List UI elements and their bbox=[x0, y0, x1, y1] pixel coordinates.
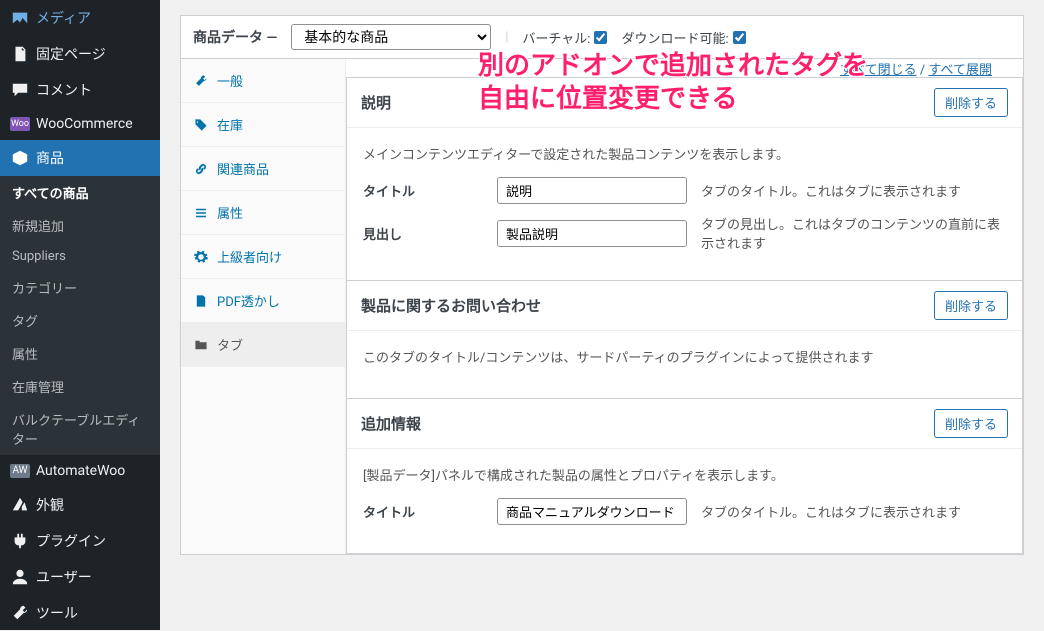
remove-button[interactable]: 削除する bbox=[934, 291, 1008, 320]
sidebar-label: 外観 bbox=[36, 495, 64, 515]
media-icon bbox=[10, 8, 30, 28]
panel-tabs: 一般 在庫 関連商品 属性 上級者向け PDF透かし タブ bbox=[181, 59, 346, 554]
product-data-label: 商品データ — bbox=[193, 27, 277, 47]
tab-block-additional: 追加情報 削除する [製品データ]パネルで構成された製品の属性とプロパティを表示… bbox=[346, 399, 1023, 554]
tab-block-intro: [製品データ]パネルで構成された製品の属性とプロパティを表示します。 bbox=[363, 465, 1006, 484]
sidebar-submenu-products: すべての商品 新規追加 Suppliers カテゴリー タグ 属性 在庫管理 バ… bbox=[0, 176, 160, 455]
submenu-bulk-editor[interactable]: バルクテーブルエディター bbox=[0, 403, 160, 455]
sidebar-label: 固定ページ bbox=[36, 44, 106, 64]
sidebar-item-media[interactable]: メディア bbox=[0, 0, 160, 36]
tab-title-input[interactable] bbox=[497, 498, 687, 525]
pages-icon bbox=[10, 44, 30, 64]
sidebar-label: ツール bbox=[36, 603, 78, 623]
woocommerce-icon: Woo bbox=[10, 117, 30, 131]
submenu-tags[interactable]: タグ bbox=[0, 304, 160, 337]
appearance-icon bbox=[10, 495, 30, 515]
product-icon bbox=[10, 148, 30, 168]
users-icon bbox=[10, 567, 30, 587]
submenu-add-new[interactable]: 新規追加 bbox=[0, 209, 160, 242]
panel-tab-advanced[interactable]: 上級者向け bbox=[181, 235, 345, 279]
sidebar-item-woocommerce[interactable]: Woo WooCommerce bbox=[0, 108, 160, 140]
submenu-attributes[interactable]: 属性 bbox=[0, 337, 160, 370]
tab-block-title: 説明 bbox=[361, 92, 391, 113]
panel-body-tabs: すべて閉じる / すべて展開 説明 削除する メインコンテンツエディターで設定さ… bbox=[346, 59, 1023, 554]
sidebar-label: プラグイン bbox=[36, 531, 106, 551]
sidebar-label: コメント bbox=[36, 80, 92, 100]
tag-icon bbox=[193, 118, 209, 132]
sidebar-item-comments[interactable]: コメント bbox=[0, 72, 160, 108]
list-icon bbox=[193, 206, 209, 220]
panel-tab-tabs[interactable]: タブ bbox=[181, 323, 345, 367]
panel-tab-linked[interactable]: 関連商品 bbox=[181, 147, 345, 191]
comment-icon bbox=[10, 80, 30, 100]
plugins-icon bbox=[10, 531, 30, 551]
tab-block-title: 製品に関するお問い合わせ bbox=[361, 295, 541, 316]
submenu-suppliers[interactable]: Suppliers bbox=[0, 242, 160, 271]
tab-block-intro: メインコンテンツエディターで設定された製品コンテンツを表示します。 bbox=[363, 144, 1006, 163]
panel-tab-pdf-watermark[interactable]: PDF透かし bbox=[181, 279, 345, 323]
sidebar-item-products[interactable]: 商品 bbox=[0, 140, 160, 176]
field-label-heading: 見出し bbox=[363, 224, 483, 243]
gear-icon bbox=[193, 250, 209, 264]
tabs-icon bbox=[193, 338, 209, 352]
remove-button[interactable]: 削除する bbox=[934, 88, 1008, 117]
field-label-title: タイトル bbox=[363, 181, 483, 200]
sidebar-label: WooCommerce bbox=[36, 116, 133, 132]
downloadable-label: ダウンロード可能: bbox=[621, 28, 728, 47]
submenu-all-products[interactable]: すべての商品 bbox=[0, 176, 160, 209]
product-data-panel: 一般 在庫 関連商品 属性 上級者向け PDF透かし タブ すべて閉じる / す… bbox=[180, 59, 1024, 555]
field-hint: タブのタイトル。これはタブに表示されます bbox=[701, 181, 1006, 200]
sidebar-item-pages[interactable]: 固定ページ bbox=[0, 36, 160, 72]
pdf-icon bbox=[193, 294, 209, 308]
sidebar-label: AutomateWoo bbox=[36, 463, 125, 479]
field-hint: タブの見出し。これはタブのコンテンツの直前に表示されます bbox=[701, 214, 1006, 252]
product-data-header: 商品データ — 基本的な商品 | バーチャル: ダウンロード可能: bbox=[180, 15, 1024, 59]
expand-all-link[interactable]: すべて展開 bbox=[928, 63, 992, 78]
remove-button[interactable]: 削除する bbox=[934, 409, 1008, 438]
sidebar-item-automatewoo[interactable]: AW AutomateWoo bbox=[0, 455, 160, 487]
submenu-categories[interactable]: カテゴリー bbox=[0, 271, 160, 304]
tab-block-intro: このタブのタイトル/コンテンツは、サードパーティのプラグインによって提供されます bbox=[363, 347, 1006, 366]
admin-sidebar: メディア 固定ページ コメント Woo WooCommerce 商品 すべての商… bbox=[0, 0, 160, 630]
sidebar-label: 商品 bbox=[36, 148, 64, 168]
collapse-all-link[interactable]: すべて閉じる bbox=[840, 63, 917, 78]
tools-icon bbox=[10, 603, 30, 623]
submenu-stock[interactable]: 在庫管理 bbox=[0, 370, 160, 403]
wrench-icon bbox=[193, 74, 209, 88]
panel-tab-attributes[interactable]: 属性 bbox=[181, 191, 345, 235]
virtual-label: バーチャル: bbox=[522, 28, 590, 47]
main-content: 商品データ — 基本的な商品 | バーチャル: ダウンロード可能: 一般 在庫 … bbox=[160, 0, 1044, 630]
sidebar-label: ユーザー bbox=[36, 567, 92, 587]
tab-heading-input[interactable] bbox=[497, 220, 687, 247]
automatewoo-icon: AW bbox=[10, 464, 30, 478]
tab-block-title: 追加情報 bbox=[361, 413, 421, 434]
sidebar-item-tools[interactable]: ツール bbox=[0, 595, 160, 631]
sidebar-item-users[interactable]: ユーザー bbox=[0, 559, 160, 595]
panel-tab-general[interactable]: 一般 bbox=[181, 59, 345, 103]
field-label-title: タイトル bbox=[363, 502, 483, 521]
product-type-select[interactable]: 基本的な商品 bbox=[291, 24, 491, 50]
tab-title-input[interactable] bbox=[497, 177, 687, 204]
link-icon bbox=[193, 162, 209, 176]
panel-tab-inventory[interactable]: 在庫 bbox=[181, 103, 345, 147]
sidebar-item-plugins[interactable]: プラグイン bbox=[0, 523, 160, 559]
collapse-expand-links: すべて閉じる / すべて展開 bbox=[824, 55, 1008, 82]
tab-block-inquiry: 製品に関するお問い合わせ 削除する このタブのタイトル/コンテンツは、サードパー… bbox=[346, 281, 1023, 399]
virtual-checkbox[interactable] bbox=[594, 31, 607, 44]
field-hint: タブのタイトル。これはタブに表示されます bbox=[701, 502, 1006, 521]
downloadable-checkbox[interactable] bbox=[733, 31, 746, 44]
virtual-checkbox-label[interactable]: バーチャル: bbox=[522, 28, 607, 47]
sidebar-item-appearance[interactable]: 外観 bbox=[0, 487, 160, 523]
downloadable-checkbox-label[interactable]: ダウンロード可能: bbox=[621, 28, 745, 47]
sidebar-label: メディア bbox=[36, 8, 91, 28]
tab-block-description: 説明 削除する メインコンテンツエディターで設定された製品コンテンツを表示します… bbox=[346, 77, 1023, 281]
